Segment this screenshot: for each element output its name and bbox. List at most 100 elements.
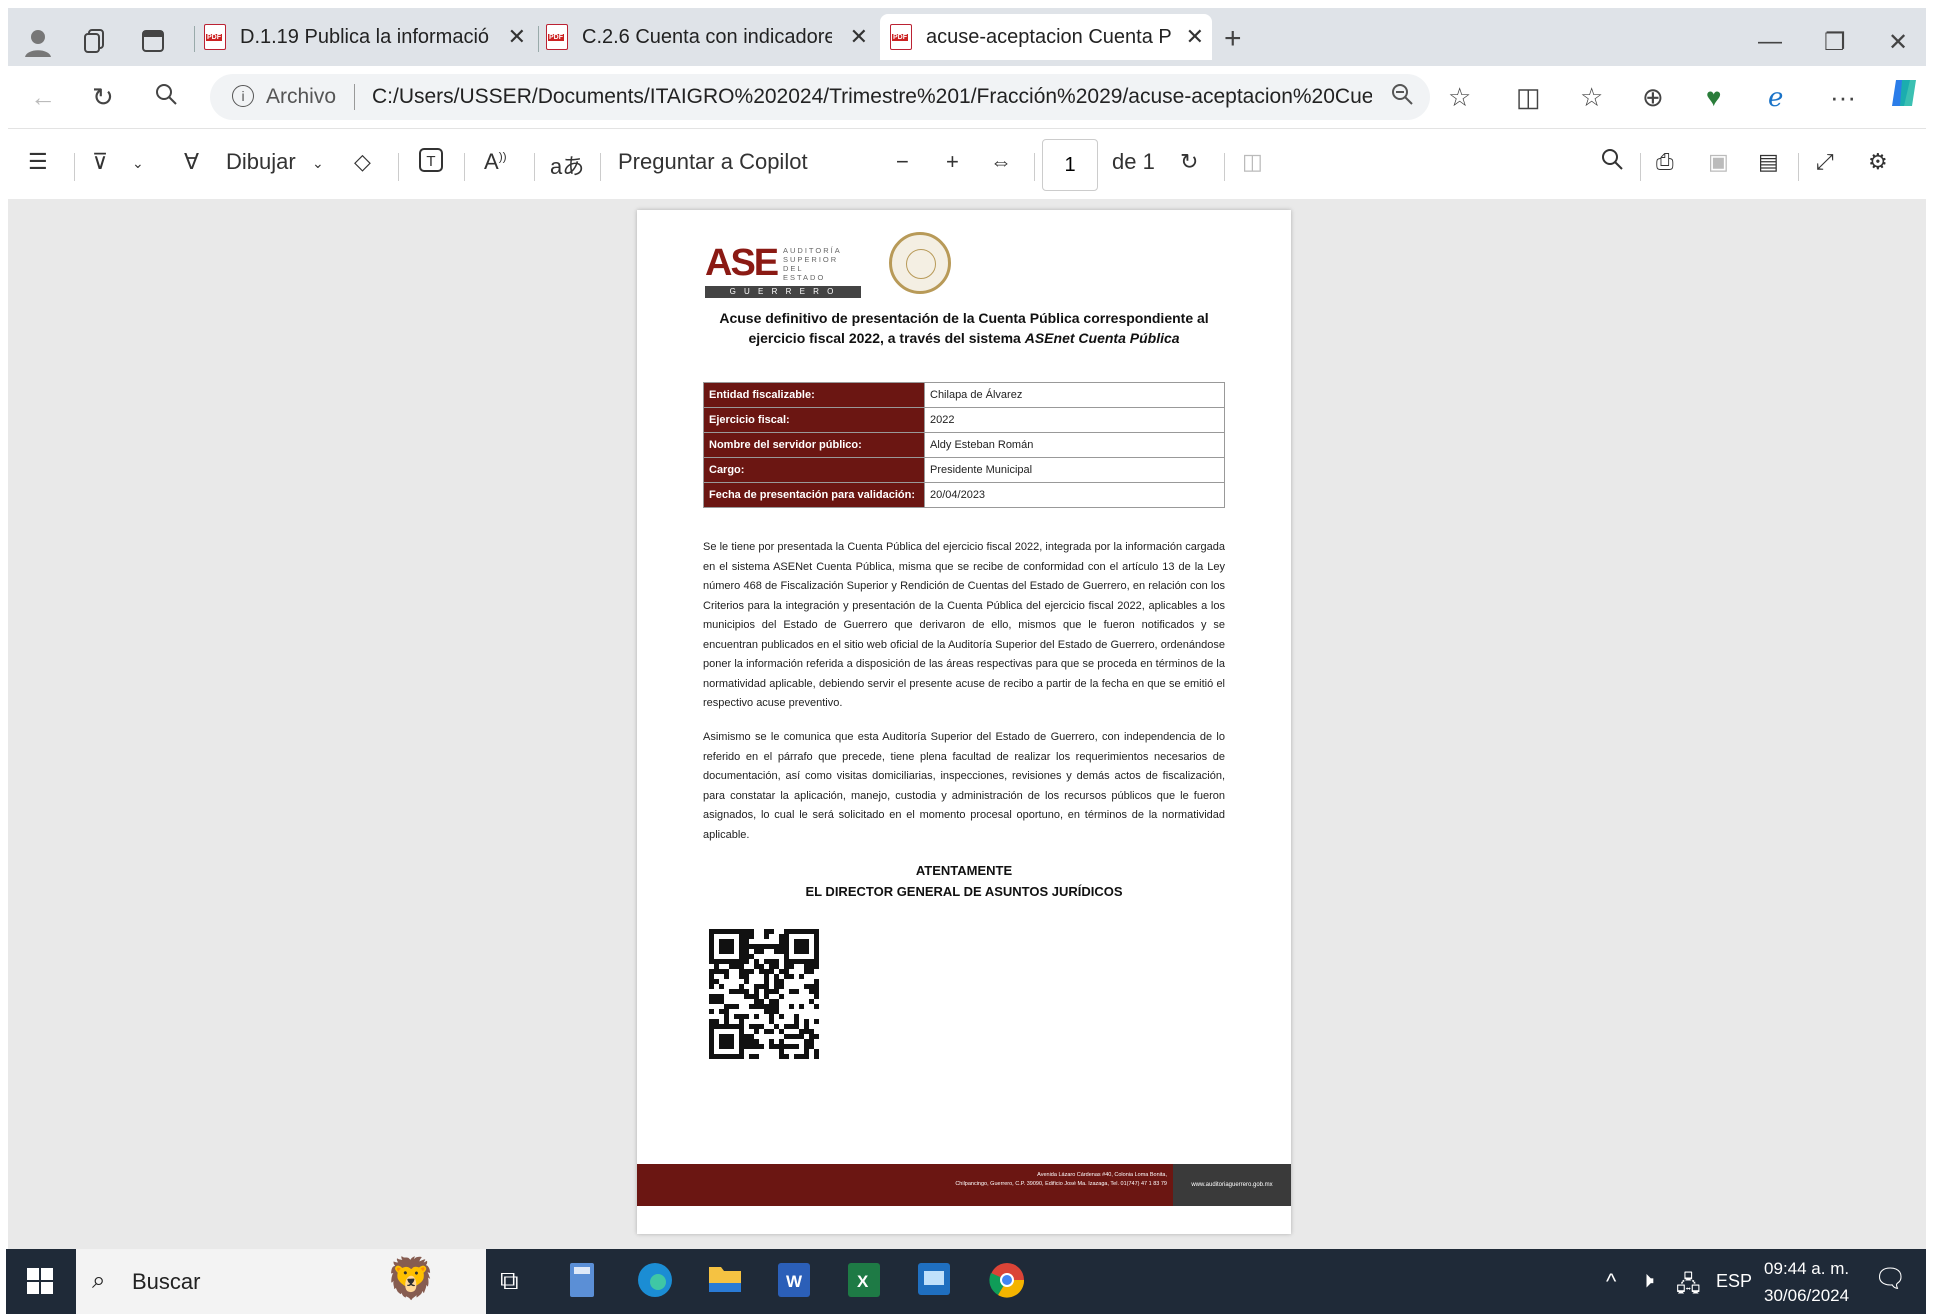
pdf-icon: [204, 24, 226, 50]
text-box-icon[interactable]: T: [418, 147, 444, 179]
close-tab-icon[interactable]: ✕: [1186, 24, 1204, 50]
new-tab-button[interactable]: +: [1224, 22, 1242, 56]
task-view-icon[interactable]: ⧉: [500, 1265, 519, 1297]
workspaces-icon[interactable]: [82, 28, 108, 61]
file-label: Archivo: [266, 85, 337, 108]
eraser-icon[interactable]: ◇: [354, 149, 371, 175]
highlight-icon[interactable]: ⊽: [92, 149, 108, 175]
svg-text:X: X: [857, 1272, 869, 1291]
zoom-in-button[interactable]: +: [946, 149, 959, 175]
chevron-up-icon[interactable]: ^: [1606, 1269, 1616, 1295]
find-icon[interactable]: [1600, 147, 1624, 177]
ask-copilot-button[interactable]: Preguntar a Copilot: [618, 149, 808, 175]
save-as-icon[interactable]: ▤: [1758, 149, 1779, 175]
split-screen-icon[interactable]: ◫: [1516, 82, 1541, 113]
refresh-icon[interactable]: ↻: [92, 82, 114, 113]
address-bar-row: ← ↻ i Archivo C:/Users/USSER/Documents/I…: [8, 66, 1926, 128]
table-row: Fecha de presentación para validación: 20…: [703, 482, 1225, 508]
draw-button[interactable]: Dibujar: [226, 149, 296, 175]
excel-icon[interactable]: X: [848, 1263, 880, 1302]
tab-actions-icon[interactable]: [140, 28, 166, 61]
edge-icon[interactable]: [636, 1261, 674, 1304]
page-view-icon[interactable]: ◫: [1242, 149, 1263, 175]
outlook-icon[interactable]: [918, 1263, 950, 1300]
page-number-input[interactable]: 1: [1042, 139, 1098, 191]
minimize-icon[interactable]: —: [1758, 28, 1782, 56]
pdf-icon: [546, 24, 568, 50]
ase-logo: ASE AUDITORÍA SUPERIOR DEL ESTADO G U E R …: [705, 242, 861, 298]
info-table: Entidad fiscalizable: Chilapa de Álvarez …: [703, 382, 1225, 508]
close-window-icon[interactable]: ✕: [1888, 28, 1908, 57]
word-icon[interactable]: W: [778, 1263, 810, 1302]
tab-acuse[interactable]: acuse-aceptacion Cuenta Pública ✕: [880, 14, 1212, 60]
save-icon[interactable]: ▣: [1708, 149, 1729, 175]
paragraph-1: Se le tiene por presentada la Cuenta Púb…: [703, 541, 1225, 709]
search-icon: ⌕: [92, 1267, 106, 1294]
speaker-muted-icon[interactable]: 🕨: [1640, 1267, 1654, 1293]
contents-icon[interactable]: ☰: [28, 149, 48, 175]
svg-text:T: T: [426, 153, 435, 170]
taskbar-search-box[interactable]: ⌕ Buscar 🦁: [76, 1249, 486, 1314]
tab-label: C.2.6 Cuenta con indicadores par: [582, 25, 832, 48]
paragraph-2: Asimismo se le comunica que esta Auditor…: [703, 731, 1225, 841]
chrome-icon[interactable]: [988, 1261, 1026, 1304]
address-input[interactable]: i Archivo C:/Users/USSER/Documents/ITAIG…: [210, 74, 1430, 120]
lion-widget-icon[interactable]: 🦁: [386, 1255, 436, 1302]
language-indicator[interactable]: ESP: [1716, 1271, 1752, 1292]
calculator-icon[interactable]: [570, 1263, 594, 1302]
search-icon[interactable]: [154, 82, 178, 113]
tab-d119[interactable]: D.1.19 Publica la información rel ✕: [204, 14, 534, 60]
qr-code-icon: [709, 928, 819, 1060]
zoom-icon[interactable]: [1390, 82, 1414, 113]
search-label: Buscar: [132, 1269, 201, 1294]
profile-icon[interactable]: [24, 28, 52, 65]
notifications-icon[interactable]: 🗨: [1874, 1263, 1907, 1294]
taskbar: ⌕ Buscar 🦁 ⧉ W X ^ 🕨 🖧 ESP 09:44 a. m. 3…: [6, 1249, 1926, 1314]
zoom-out-button[interactable]: −: [896, 149, 909, 175]
translate-icon[interactable]: aあ: [550, 149, 584, 181]
file-explorer-icon[interactable]: [708, 1263, 742, 1298]
restore-icon[interactable]: ❐: [1824, 28, 1846, 57]
chevron-down-icon[interactable]: ⌄: [132, 155, 144, 172]
svg-text:W: W: [786, 1272, 803, 1291]
footer-address-1: Avenida Lázaro Cárdenas #40, Colonia Lom…: [1037, 1172, 1167, 1178]
favorites-icon[interactable]: ☆: [1580, 82, 1603, 113]
table-row: Entidad fiscalizable: Chilapa de Álvarez: [703, 382, 1225, 408]
table-row: Ejercicio fiscal: 2022: [703, 407, 1225, 433]
pdf-page: ASE AUDITORÍA SUPERIOR DEL ESTADO G U E R …: [637, 210, 1291, 1234]
settings-gear-icon[interactable]: ⚙: [1868, 149, 1888, 175]
close-tab-icon[interactable]: ✕: [508, 24, 526, 50]
table-row: Cargo: Presidente Municipal: [703, 457, 1225, 483]
favorite-star-icon[interactable]: ☆: [1448, 82, 1471, 113]
back-icon[interactable]: ←: [30, 82, 56, 113]
more-menu-icon[interactable]: ···: [1830, 82, 1856, 113]
seal-icon: [889, 232, 951, 294]
chevron-down-icon[interactable]: ⌄: [312, 155, 324, 172]
internet-explorer-mode-icon[interactable]: ℯ: [1768, 82, 1783, 113]
clock-date: 30/06/2024: [1764, 1286, 1850, 1305]
tab-c26[interactable]: C.2.6 Cuenta con indicadores par ✕: [546, 14, 876, 60]
pdf-icon: [890, 24, 912, 50]
copilot-icon[interactable]: [1888, 76, 1922, 117]
footer-web: www.auditoriaguerrero.gob.mx: [1173, 1164, 1291, 1206]
draw-icon[interactable]: ∀: [184, 149, 199, 175]
tab-bar: D.1.19 Publica la información rel ✕ C.2.…: [8, 8, 1926, 66]
info-icon[interactable]: i: [232, 85, 254, 107]
windows-start-icon[interactable]: [26, 1267, 54, 1300]
read-aloud-icon[interactable]: A)): [484, 149, 507, 175]
clock[interactable]: 09:44 a. m. 30/06/2024: [1764, 1255, 1849, 1309]
print-icon[interactable]: ⎙: [1656, 149, 1674, 175]
fit-page-icon[interactable]: ⇔: [990, 149, 1012, 175]
footer-address-2: Chilpancingo, Guerrero, C.P. 39090, Edif…: [955, 1181, 1167, 1187]
rotate-icon[interactable]: ↻: [1180, 149, 1198, 175]
network-icon[interactable]: 🖧: [1676, 1267, 1701, 1305]
document-footer: Avenida Lázaro Cárdenas #40, Colonia Lom…: [637, 1164, 1291, 1206]
closing-text: ATENTAMENTE: [915, 863, 1013, 878]
fullscreen-icon[interactable]: ⤢: [1816, 149, 1834, 175]
url-text: C:/Users/USSER/Documents/ITAIGRO%202024/…: [372, 85, 1372, 108]
collections-icon[interactable]: ⊕: [1642, 82, 1664, 113]
browser-essentials-icon[interactable]: ♥: [1706, 82, 1721, 113]
document-title: Acuse definitivo de presentación de la C…: [719, 310, 1209, 346]
tab-label: acuse-aceptacion Cuenta Pública: [926, 25, 1171, 48]
close-tab-icon[interactable]: ✕: [850, 24, 868, 50]
